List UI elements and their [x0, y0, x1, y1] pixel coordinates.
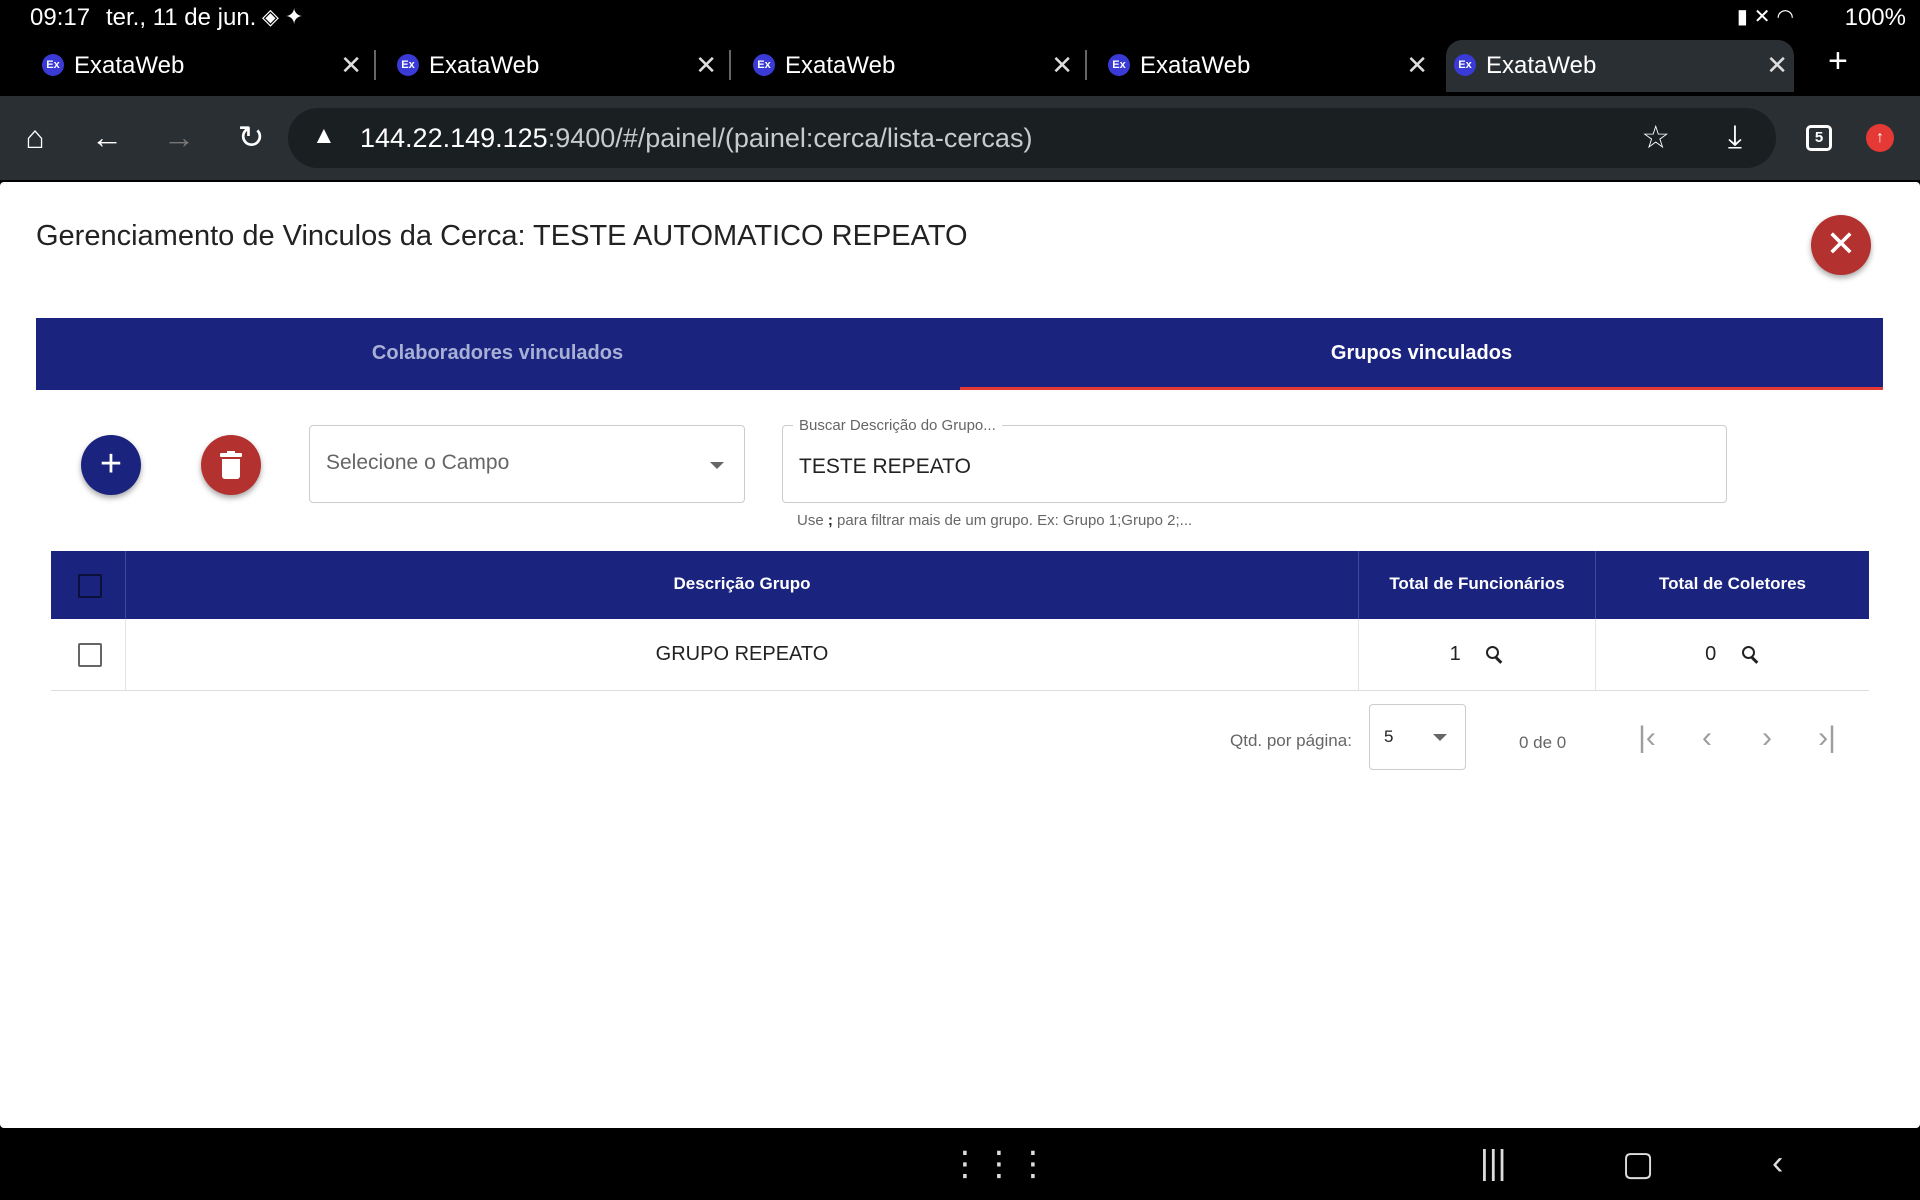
back-nav-icon[interactable]: ‹ [1772, 1144, 1783, 1183]
status-battery: 100% [1844, 4, 1906, 31]
browser-tab-title: ExataWeb [785, 52, 896, 79]
cell-funcionarios: 1 [1359, 619, 1596, 690]
back-icon[interactable]: ← [86, 116, 128, 158]
home-nav-icon[interactable]: ▢ [1622, 1144, 1654, 1184]
page-title: Gerenciamento de Vinculos da Cerca: TEST… [36, 220, 968, 252]
group-search-input[interactable]: Buscar Descrição do Grupo... TESTE REPEA… [782, 417, 1727, 503]
select-all-checkbox[interactable] [78, 574, 102, 598]
coletores-count: 0 [1705, 643, 1717, 665]
table-header: Descrição Grupo Total de Funcionários To… [51, 551, 1869, 619]
exataweb-favicon-icon: Ex [42, 54, 64, 76]
close-tab-icon[interactable]: ✕ [1766, 50, 1788, 81]
tab-switcher-button[interactable]: 5 [1806, 125, 1832, 151]
search-value[interactable]: TESTE REPEATO [799, 455, 971, 479]
search-hint: Use ; para filtrar mais de um grupo. Ex:… [797, 512, 1193, 529]
dialog-page: Gerenciamento de Vinculos da Cerca: TEST… [0, 182, 1920, 1128]
column-header-coletores[interactable]: Total de Coletores [1596, 551, 1869, 619]
trash-icon [220, 451, 242, 479]
exataweb-favicon-icon: Ex [1454, 54, 1476, 76]
chevron-down-icon [1433, 734, 1447, 741]
table-row[interactable]: GRUPO REPEATO 1 0 [51, 619, 1869, 691]
close-tab-icon[interactable]: ✕ [1406, 50, 1428, 81]
field-select[interactable]: Selecione o Campo [309, 425, 745, 503]
exataweb-favicon-icon: Ex [753, 54, 775, 76]
download-icon[interactable]: ⤓ [1728, 118, 1742, 156]
url-host: 144.22.149.125 [360, 123, 548, 153]
forward-icon[interactable]: → [158, 116, 200, 158]
column-header-descricao[interactable]: Descrição Grupo [126, 551, 1359, 619]
status-time: 09:17 [30, 4, 91, 31]
url-path: :9400/#/painel/(painel:cerca/lista-cerca… [547, 123, 1033, 153]
browser-tab-title: ExataWeb [74, 52, 185, 79]
browser-tab[interactable]: Ex ExataWeb ✕ [1100, 40, 1434, 92]
search-funcionarios-icon[interactable] [1486, 645, 1504, 664]
search-coletores-icon[interactable] [1741, 645, 1760, 664]
search-label: Buscar Descrição do Grupo... [793, 417, 1002, 434]
browser-toolbar: ⌂ ← → ↻ ▲ 144.22.149.125:9400/#/painel/(… [0, 96, 1920, 180]
reload-icon[interactable]: ↻ [230, 116, 272, 158]
funcionarios-count: 1 [1449, 643, 1461, 665]
page-size-value: 5 [1384, 727, 1394, 746]
status-date: ter., 11 de jun. [106, 4, 257, 31]
new-tab-icon[interactable]: + [1828, 42, 1848, 81]
browser-tab[interactable]: Ex ExataWeb ✕ [34, 40, 376, 92]
bookmark-star-icon[interactable]: ☆ [1641, 118, 1670, 156]
cell-coletores: 0 [1596, 619, 1869, 690]
system-nav-bar: ⋮⋮⋮ ||| ▢ ‹ [0, 1128, 1920, 1200]
chevron-down-icon [710, 462, 724, 469]
close-tab-icon[interactable]: ✕ [695, 50, 717, 81]
browser-tab-strip: Ex ExataWeb ✕ Ex ExataWeb ✕ Ex ExataWeb … [0, 36, 1920, 96]
browser-tab-title: ExataWeb [1486, 52, 1597, 79]
row-select-cell [51, 619, 126, 690]
browser-tab-active[interactable]: Ex ExataWeb ✕ [1446, 40, 1794, 92]
page-size-label: Qtd. por página: [1230, 731, 1352, 750]
home-icon[interactable]: ⌂ [14, 116, 56, 158]
row-checkbox[interactable] [78, 643, 102, 667]
browser-tab[interactable]: Ex ExataWeb ✕ [389, 40, 731, 92]
tab-grupos[interactable]: Grupos vinculados [960, 318, 1883, 390]
browser-tab[interactable]: Ex ExataWeb ✕ [745, 40, 1087, 92]
tab-separator [1085, 50, 1087, 80]
tab-colaboradores[interactable]: Colaboradores vinculados [36, 318, 959, 390]
status-notification-icons: ◈✦ [262, 4, 310, 29]
browser-tab-title: ExataWeb [429, 52, 540, 79]
cell-grupo: GRUPO REPEATO [126, 619, 1359, 690]
last-page-icon[interactable]: ›| [1810, 722, 1844, 756]
active-tab-indicator [960, 387, 1883, 390]
exataweb-favicon-icon: Ex [1108, 54, 1130, 76]
first-page-icon[interactable]: |‹ [1630, 722, 1664, 756]
next-page-icon[interactable]: › [1750, 722, 1784, 756]
browser-tab-title: ExataWeb [1140, 52, 1251, 79]
page-range: 0 de 0 [1519, 733, 1567, 752]
delete-group-button[interactable] [201, 435, 261, 495]
url-text[interactable]: 144.22.149.125:9400/#/painel/(painel:cer… [360, 123, 1032, 154]
close-tab-icon[interactable]: ✕ [340, 50, 362, 81]
profile-update-icon[interactable]: ↑ [1866, 124, 1894, 152]
close-dialog-button[interactable]: ✕ [1811, 215, 1871, 275]
select-all-cell [51, 551, 126, 619]
close-tab-icon[interactable]: ✕ [1051, 50, 1073, 81]
not-secure-warning-icon[interactable]: ▲ [312, 122, 336, 150]
column-header-funcionarios[interactable]: Total de Funcionários [1359, 551, 1596, 619]
tab-separator [374, 50, 376, 80]
previous-page-icon[interactable]: ‹ [1690, 722, 1724, 756]
add-group-button[interactable]: + [81, 435, 141, 495]
exataweb-favicon-icon: Ex [397, 54, 419, 76]
tab-separator [729, 50, 731, 80]
recents-icon[interactable]: ||| [1480, 1144, 1507, 1183]
page-size-select[interactable]: 5 [1369, 704, 1466, 770]
status-bar: 09:17 ter., 11 de jun. ◈✦ ▮✕◠ 100% [0, 0, 1920, 36]
field-select-placeholder: Selecione o Campo [326, 451, 510, 474]
status-system-icons: ▮✕◠ [1736, 6, 1800, 28]
apps-grid-icon[interactable]: ⋮⋮⋮ [948, 1144, 1050, 1184]
link-tabs: Colaboradores vinculados Grupos vinculad… [36, 318, 1883, 390]
address-bar[interactable]: ▲ 144.22.149.125:9400/#/painel/(painel:c… [288, 108, 1776, 168]
